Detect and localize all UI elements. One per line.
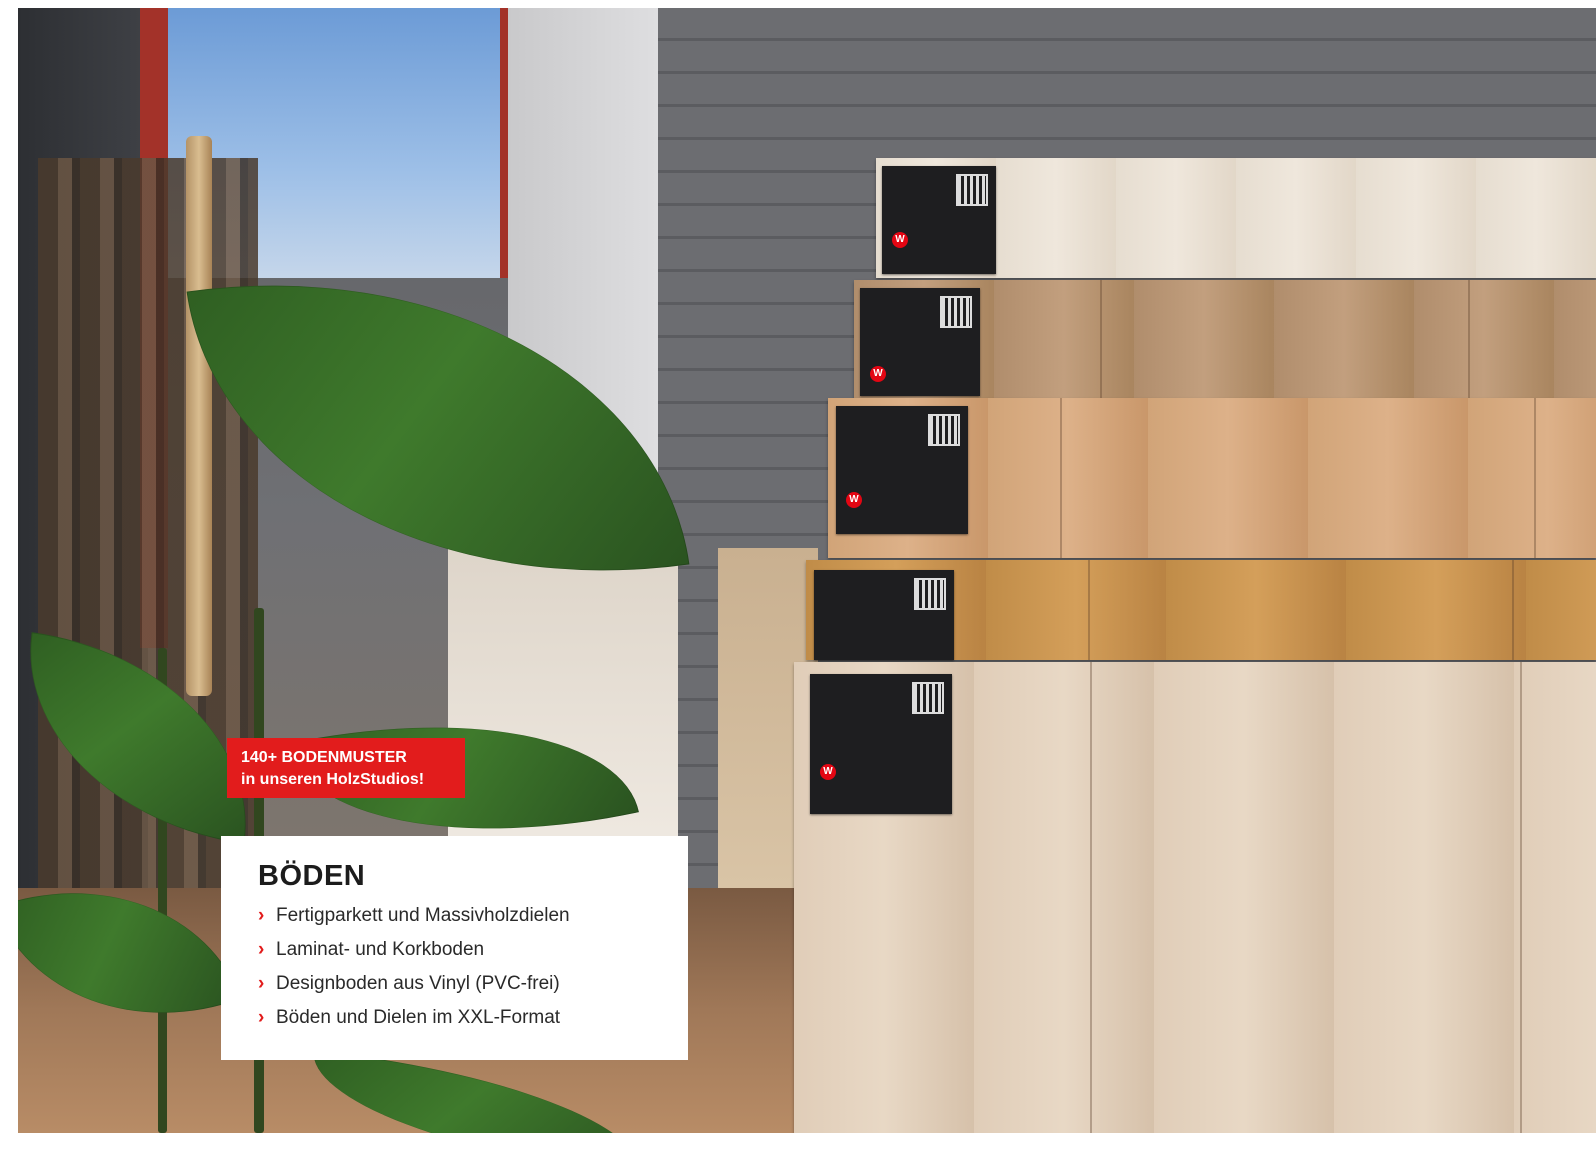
list-item-text: Laminat- und Korkboden	[276, 939, 485, 960]
page: W W W W 140+ BODENMUSTER in unseren Holz…	[0, 0, 1596, 1153]
brand-logo-icon: W	[846, 492, 862, 508]
feature-list: › Fertigparkett und Massivholzdielen › Lam…	[258, 899, 688, 1035]
sample-label-card: W	[810, 674, 952, 814]
list-item: › Laminat- und Korkboden	[258, 933, 688, 967]
floor-sample-board: W	[876, 158, 1596, 278]
sample-label-card	[814, 570, 954, 660]
brand-logo-icon: W	[820, 764, 836, 780]
qr-code-icon	[956, 174, 988, 206]
floor-sample-board	[806, 560, 1596, 660]
badge-line-1: 140+ BODENMUSTER	[241, 749, 407, 766]
badge-line-2: in unseren HolzStudios!	[241, 771, 425, 788]
floors-info-card: BÖDEN › Fertigparkett und Massivholzdiele…	[221, 836, 688, 1060]
brand-logo-icon: W	[870, 366, 886, 382]
list-item: › Böden und Dielen im XXL-Format	[258, 1001, 688, 1035]
chevron-right-icon: ›	[258, 939, 265, 960]
floor-sample-board: W	[854, 280, 1596, 398]
chevron-right-icon: ›	[258, 905, 265, 926]
chevron-right-icon: ›	[258, 973, 265, 994]
list-item: › Designboden aus Vinyl (PVC-frei)	[258, 967, 688, 1001]
bamboo-pole	[186, 136, 212, 696]
qr-code-icon	[912, 682, 944, 714]
list-item-text: Designboden aus Vinyl (PVC-frei)	[276, 973, 560, 994]
sample-count-badge: 140+ BODENMUSTER in unseren HolzStudios!	[227, 738, 465, 798]
card-title: BÖDEN	[258, 860, 366, 892]
chevron-right-icon: ›	[258, 1007, 265, 1028]
list-item: › Fertigparkett und Massivholzdielen	[258, 899, 688, 933]
sample-label-card: W	[882, 166, 996, 274]
list-item-text: Böden und Dielen im XXL-Format	[276, 1007, 561, 1028]
brand-logo-icon: W	[892, 232, 908, 248]
qr-code-icon	[928, 414, 960, 446]
floor-sample-board: W	[794, 662, 1596, 1133]
sample-label-card: W	[860, 288, 980, 396]
qr-code-icon	[914, 578, 946, 610]
list-item-text: Fertigparkett und Massivholzdielen	[276, 905, 570, 926]
floor-sample-board: W	[828, 398, 1596, 558]
sample-label-card: W	[836, 406, 968, 534]
qr-code-icon	[940, 296, 972, 328]
